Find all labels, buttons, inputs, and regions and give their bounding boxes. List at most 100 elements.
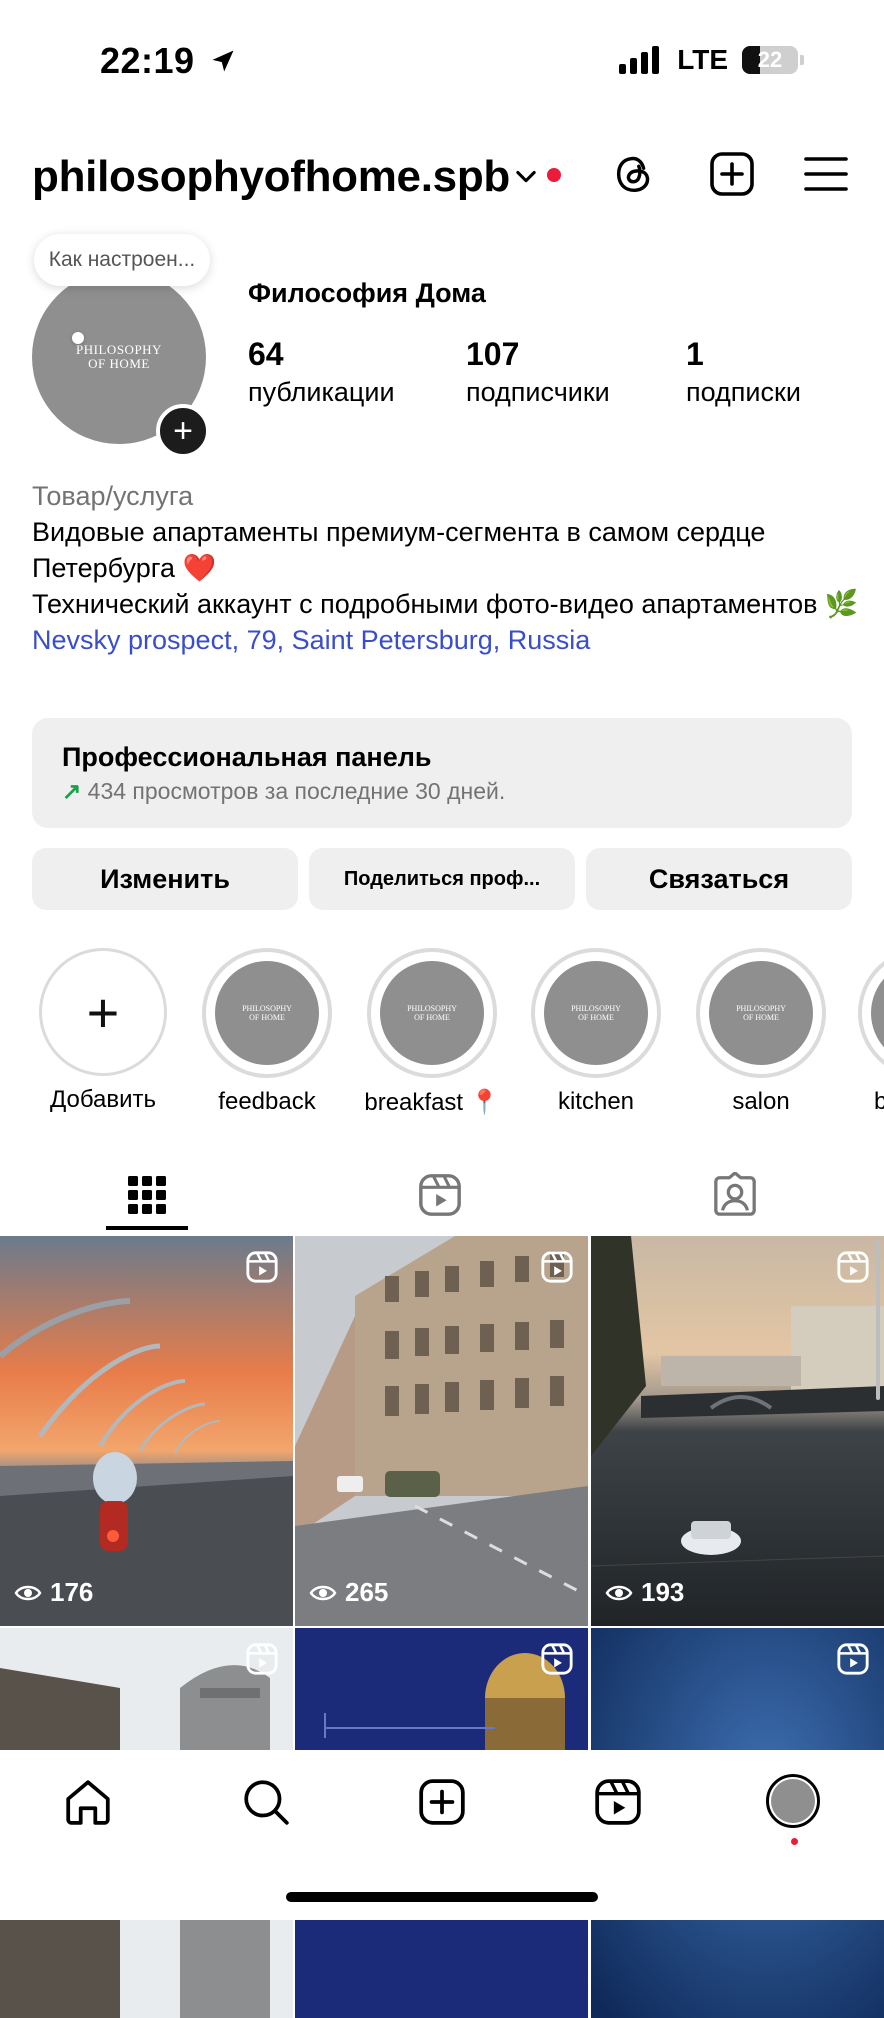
highlight-label: b xyxy=(874,1088,884,1115)
highlight-label: kitchen xyxy=(557,1088,635,1115)
reel-badge-icon xyxy=(540,1250,574,1289)
display-name: Философия Дома xyxy=(248,278,486,308)
post-thumbnail-canal-boat xyxy=(591,1236,884,1626)
dashboard-title: Профессиональная панель xyxy=(62,742,432,772)
view-count-text: 193 xyxy=(641,1577,685,1607)
account-switcher-chevron-icon[interactable] xyxy=(512,162,540,195)
nav-create-icon[interactable] xyxy=(414,1774,470,1830)
profile-notification-dot xyxy=(791,1838,798,1845)
highlight-label: breakfast 📍 xyxy=(364,1089,500,1116)
stat-posts-count: 64 xyxy=(248,336,284,372)
highlight-salon[interactable]: PHILOSOPHY OF HOME salon xyxy=(694,948,828,1116)
grid-post-1[interactable]: 176 xyxy=(0,1236,293,1626)
bio-line-1: Видовые апартаменты премиум-сегмента в с… xyxy=(32,517,766,583)
share-profile-button[interactable]: Поделиться проф... xyxy=(309,848,575,910)
menu-icon[interactable] xyxy=(800,148,852,200)
profile-note[interactable]: Как настроен... xyxy=(34,234,210,286)
reel-badge-icon xyxy=(836,1250,870,1289)
professional-dashboard[interactable]: Профессиональная панель ↗ 434 просмотров… xyxy=(32,718,852,828)
nav-profile-avatar[interactable] xyxy=(766,1774,820,1828)
highlight-ring: PHILOSOPHYOF HOME xyxy=(696,948,826,1078)
stat-posts-label: публикации xyxy=(248,377,395,407)
tab-grid[interactable] xyxy=(2,1160,292,1230)
status-indicators: LTE 22 xyxy=(619,44,804,76)
reel-badge-icon xyxy=(245,1642,279,1681)
location-arrow-icon xyxy=(212,50,234,72)
stat-following-count: 1 xyxy=(686,336,704,372)
bio-location-link[interactable]: Nevsky prospect, 79, Saint Petersburg, R… xyxy=(32,622,862,658)
nav-profile-avatar-image xyxy=(771,1779,815,1823)
edit-profile-button[interactable]: Изменить xyxy=(32,848,298,910)
highlight-ring: PHILOSOPHYOF HOME xyxy=(531,948,661,1078)
nav-home-icon[interactable] xyxy=(60,1774,116,1830)
stat-following[interactable]: 1 подписки xyxy=(686,336,801,408)
view-count-text: 176 xyxy=(50,1577,94,1607)
highlight-cover: PHILOSOPHYOF HOME xyxy=(871,961,884,1065)
nav-reels-icon[interactable] xyxy=(590,1774,646,1830)
grid-icon xyxy=(128,1176,166,1214)
view-count: 265 xyxy=(309,1577,388,1608)
post-thumbnail-scooter-sunset xyxy=(0,1236,293,1626)
battery-level: 22 xyxy=(757,47,783,72)
profile-username[interactable]: philosophyofhome.spb xyxy=(32,152,510,202)
reels-icon xyxy=(419,1174,461,1216)
tab-tagged[interactable] xyxy=(590,1160,880,1230)
avatar-logo-text: PHILOSOPHY OF HOME xyxy=(76,342,162,371)
stat-followers-label: подписчики xyxy=(466,377,610,407)
battery-icon: 22 xyxy=(742,46,798,74)
highlight-label: feedback xyxy=(218,1088,316,1115)
reel-badge-icon xyxy=(245,1250,279,1289)
view-count: 176 xyxy=(14,1577,93,1608)
dashboard-views-text: 434 просмотров за последние 30 дней. xyxy=(87,778,506,804)
tab-reels[interactable] xyxy=(295,1160,585,1230)
bio-line-2: Технический аккаунт с подробными фото-ви… xyxy=(32,589,859,619)
highlight-cover: PHILOSOPHYOF HOME xyxy=(215,961,319,1065)
contact-button[interactable]: Связаться xyxy=(586,848,852,910)
grid-post-3[interactable]: 193 xyxy=(591,1236,884,1626)
highlight-cover: PHILOSOPHYOF HOME xyxy=(380,961,484,1065)
stat-posts[interactable]: 64 публикации xyxy=(248,336,395,408)
reel-badge-icon xyxy=(540,1642,574,1681)
highlight-add[interactable]: + Добавить xyxy=(36,948,170,1114)
dashboard-subtitle: ↗ 434 просмотров за последние 30 дней. xyxy=(62,778,505,805)
battery-tip xyxy=(800,55,804,65)
profile-bio: Товар/услуга Видовые апартаменты премиум… xyxy=(32,478,862,658)
scrollbar[interactable] xyxy=(876,1240,880,1400)
stat-followers-count: 107 xyxy=(466,336,520,372)
highlight-cover: PHILOSOPHYOF HOME xyxy=(544,961,648,1065)
highlight-breakfast[interactable]: PHILOSOPHY OF HOME breakfast 📍 xyxy=(364,948,500,1117)
nav-search-icon[interactable] xyxy=(238,1774,294,1830)
create-post-icon[interactable] xyxy=(706,148,758,200)
status-time: 22:19 xyxy=(100,40,237,82)
stat-following-label: подписки xyxy=(686,377,801,407)
signal-icon xyxy=(619,46,660,74)
threads-icon[interactable] xyxy=(608,148,660,200)
add-highlight-plus-icon: + xyxy=(39,948,167,1076)
highlight-cover: PHILOSOPHYOF HOME xyxy=(709,961,813,1065)
highlight-ring: PHILOSOPHYOF HOME xyxy=(202,948,332,1078)
eye-icon xyxy=(605,1585,633,1600)
view-count-text: 265 xyxy=(345,1577,389,1607)
trend-arrow-icon: ↗ xyxy=(62,778,82,804)
highlight-label: salon xyxy=(732,1088,790,1115)
note-text: Как настроен... xyxy=(48,248,196,271)
home-indicator[interactable] xyxy=(286,1892,598,1902)
grid-post-2[interactable]: 265 xyxy=(295,1236,588,1626)
post-thumbnail-street xyxy=(295,1236,588,1626)
highlight-partial[interactable]: PHILOSOPHYOF HOME b xyxy=(858,948,884,1148)
highlight-ring: PHILOSOPHYOF HOME xyxy=(858,948,884,1078)
tagged-person-icon xyxy=(714,1172,756,1216)
add-story-button[interactable]: + xyxy=(156,404,210,458)
notification-dot xyxy=(547,168,561,182)
eye-icon xyxy=(14,1585,42,1600)
highlight-ring: PHILOSOPHYOF HOME xyxy=(367,948,497,1078)
highlight-feedback[interactable]: PHILOSOPHY OF HOME feedback xyxy=(200,948,334,1116)
highlight-kitchen[interactable]: PHILOSOPHY OF HOME kitchen xyxy=(529,948,663,1116)
status-time-text: 22:19 xyxy=(100,40,195,81)
reel-badge-icon xyxy=(836,1642,870,1681)
highlight-label: Добавить xyxy=(49,1086,157,1113)
bio-category: Товар/услуга xyxy=(32,481,194,511)
view-count: 193 xyxy=(605,1577,684,1608)
stat-followers[interactable]: 107 подписчики xyxy=(466,336,610,408)
note-tail xyxy=(72,332,84,344)
